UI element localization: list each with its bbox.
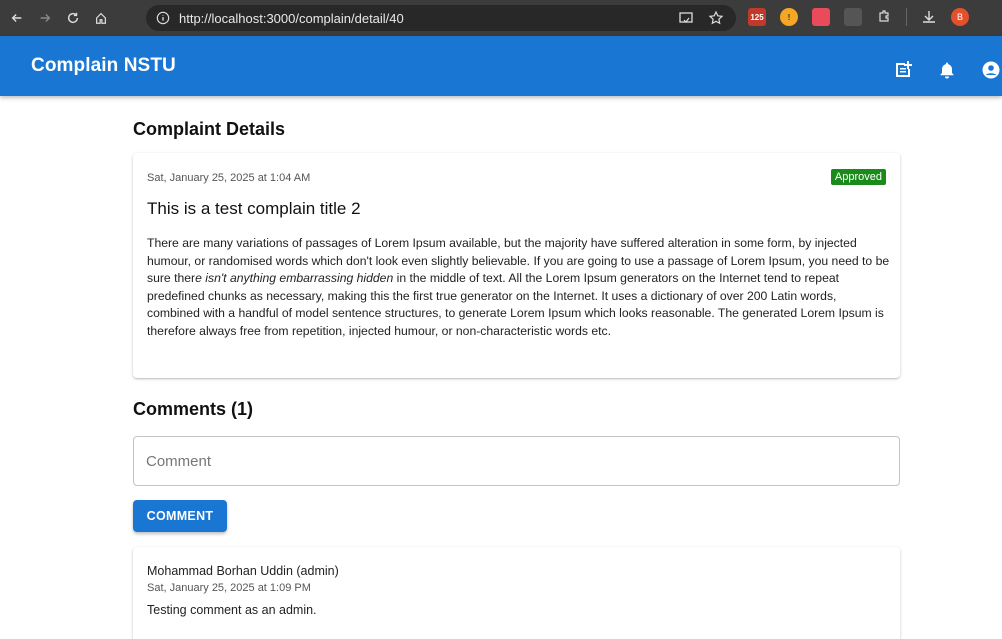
browser-toolbar: http://localhost:3000/complain/detail/40… [0, 0, 1002, 36]
complaint-body: There are many variations of passages of… [147, 235, 892, 340]
extension-calendar-icon[interactable] [844, 8, 862, 26]
comment-button[interactable]: COMMENT [133, 500, 227, 532]
info-icon[interactable] [156, 11, 170, 25]
comments-heading: Comments (1) [133, 399, 254, 419]
comment-card: Mohammad Borhan Uddin (admin) Sat, Janua… [133, 547, 900, 639]
profile-avatar[interactable]: B [951, 8, 969, 26]
note-add-icon[interactable] [893, 60, 913, 80]
complaint-card: Sat, January 25, 2025 at 1:04 AM Approve… [133, 153, 900, 378]
app-title[interactable]: Complain NSTU [31, 55, 176, 77]
profile-initial: B [956, 12, 963, 22]
reload-button[interactable] [62, 7, 84, 29]
extension-mail-icon[interactable]: 125 [748, 8, 766, 26]
extension-badge: 125 [750, 12, 764, 22]
address-bar[interactable]: http://localhost:3000/complain/detail/40 [146, 5, 736, 31]
extension-warning-icon[interactable]: ! [780, 8, 798, 26]
account-circle-icon[interactable] [981, 60, 1001, 80]
toolbar-divider [906, 8, 907, 26]
download-icon[interactable] [921, 9, 937, 25]
extension-red-icon[interactable] [812, 8, 830, 26]
home-icon [96, 12, 106, 24]
status-badge: Approved [830, 169, 886, 185]
comment-date: Sat, January 25, 2025 at 1:09 PM [147, 582, 311, 594]
arrow-right-icon [40, 14, 51, 22]
url-text[interactable]: http://localhost:3000/complain/detail/40 [179, 11, 404, 26]
cast-icon[interactable] [678, 10, 694, 26]
app-bar: Complain NSTU [0, 36, 1002, 96]
arrow-left-icon [11, 14, 22, 22]
star-icon[interactable] [708, 10, 724, 26]
complaint-details-heading: Complaint Details [133, 119, 286, 139]
bell-icon[interactable] [937, 60, 957, 80]
back-button[interactable] [6, 7, 28, 29]
comment-text: Testing comment as an admin. [147, 603, 317, 617]
complaint-date: Sat, January 25, 2025 at 1:04 AM [147, 172, 311, 184]
complaint-title: This is a test complain title 2 [147, 199, 361, 218]
comment-author: Mohammad Borhan Uddin (admin) [147, 564, 339, 578]
reload-icon [67, 12, 79, 24]
home-button[interactable] [90, 7, 112, 29]
comment-input[interactable] [134, 437, 899, 485]
comment-field[interactable] [133, 436, 900, 486]
forward-button[interactable] [34, 7, 56, 29]
complaint-body-italic: e isn't anything embarrassing hidden [195, 271, 394, 285]
puzzle-icon[interactable] [876, 9, 892, 25]
